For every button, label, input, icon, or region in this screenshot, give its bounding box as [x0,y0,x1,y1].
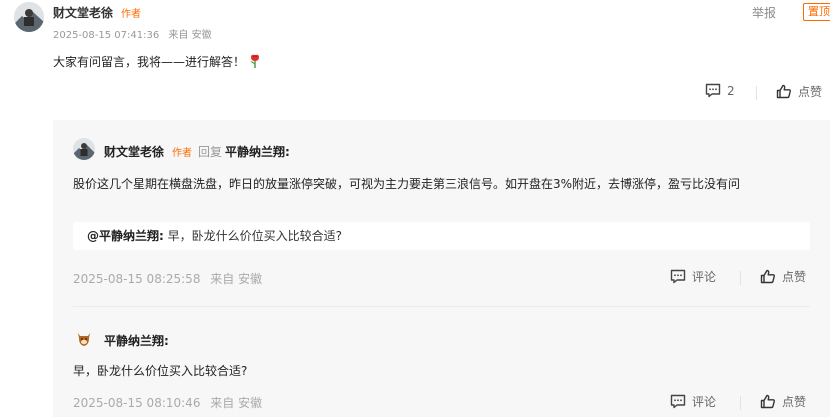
reply-text: 早，卧龙什么价位买入比较合适? [73,364,248,378]
rose-icon [249,54,261,71]
reply-header: 财文堂老徐 作者 回复 平静纳兰翔: [104,143,290,160]
comment-icon [670,394,686,409]
reply-location: 来自 安徽 [210,396,263,410]
comment-text: 大家有问留言，我将——进行解答！ [53,53,261,71]
reply-comment-button[interactable]: 评论 [670,393,716,410]
reply-separator [73,306,810,307]
reply-count-button[interactable]: 2 [705,83,735,98]
reply-avatar[interactable] [73,138,95,160]
quote-text: 早，卧龙什么价位买入比较合适? [167,229,343,243]
like-label: 点赞 [782,395,807,409]
comment-label: 评论 [692,270,717,284]
author-avatar[interactable] [14,2,44,32]
report-button[interactable]: 举报 [752,4,776,21]
like-label: 点赞 [782,270,807,284]
reply-text: 股价这几个星期在横盘洗盘，昨日的放量涨停突破，可视为主力要走第三浪信号。如开盘在… [73,177,741,191]
thumbs-up-icon [760,269,775,284]
reply-author[interactable]: 财文堂老徐 [104,145,164,159]
comment-author[interactable]: 财文堂老徐 作者 [53,4,143,21]
reply-time: 2025-08-15 08:10:46 [73,396,201,410]
reply-header: 平静纳兰翔: [104,332,169,349]
thumbs-up-icon [760,394,775,409]
quoted-comment: @平静纳兰翔: 早，卧龙什么价位买入比较合适? [73,222,810,250]
quote-author[interactable]: @平静纳兰翔: [87,229,164,243]
reply-count: 2 [727,83,735,98]
author-tag: 作者 [172,148,193,159]
reply-like-button[interactable]: 点赞 [760,393,806,410]
reply-target[interactable]: 平静纳兰翔: [225,145,290,159]
pin-badge[interactable]: 置顶 [803,3,830,21]
reply-word: 回复 [198,145,223,159]
like-button[interactable]: 点赞 [776,83,822,100]
author-name[interactable]: 财文堂老徐 [53,6,113,20]
comment-icon [705,83,721,98]
reply-meta: 2025-08-15 08:10:46 来自 安徽 [73,394,262,411]
comment-body: 大家有问留言，我将——进行解答！ [53,55,246,69]
reply-author[interactable]: 平静纳兰翔: [104,334,169,348]
reply-comment-button[interactable]: 评论 [670,268,716,285]
comment-icon [670,269,686,284]
thumbs-up-icon [776,84,791,99]
author-tag: 作者 [121,9,142,20]
comment-label: 评论 [692,395,717,409]
reply-meta: 2025-08-15 08:25:58 来自 安徽 [73,270,262,287]
action-divider [756,86,757,100]
action-divider [740,271,741,285]
comment-location: 来自 安徽 [168,30,212,41]
reply-location: 来自 安徽 [210,272,263,286]
reply-avatar[interactable] [75,330,93,348]
like-label: 点赞 [798,85,823,99]
reply-like-button[interactable]: 点赞 [760,268,806,285]
reply-time: 2025-08-15 08:25:58 [73,272,201,286]
action-divider [740,396,741,410]
comment-time: 2025-08-15 07:41:36 [53,30,160,41]
comment-meta: 2025-08-15 07:41:36 来自 安徽 [53,26,212,41]
